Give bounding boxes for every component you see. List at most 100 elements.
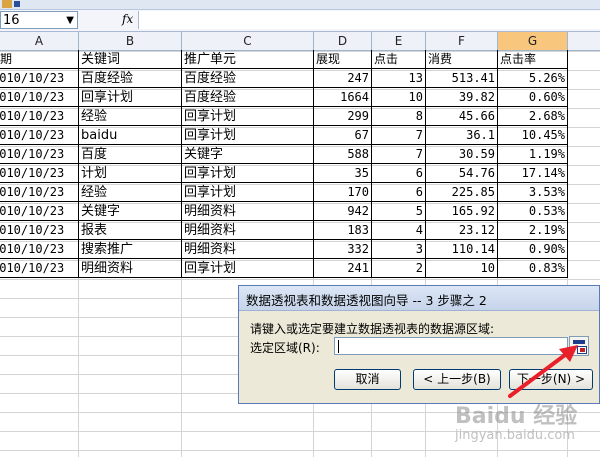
table-cell[interactable]: 10: [426, 259, 498, 278]
table-cell[interactable]: 1.19%: [498, 145, 568, 164]
table-cell[interactable]: 5.26%: [498, 69, 568, 88]
table-cell[interactable]: 经验: [79, 183, 182, 202]
table-cell[interactable]: 170: [314, 183, 372, 202]
header-cell[interactable]: 推广单元: [182, 50, 314, 69]
table-cell[interactable]: 百度经验: [182, 69, 314, 88]
table-cell[interactable]: 183: [314, 221, 372, 240]
table-cell[interactable]: 搜索推广: [79, 240, 182, 259]
table-cell[interactable]: baidu: [79, 126, 182, 145]
table-cell[interactable]: 2.68%: [498, 107, 568, 126]
table-cell[interactable]: 45.66: [426, 107, 498, 126]
table-cell[interactable]: 7: [372, 145, 426, 164]
table-cell[interactable]: 6: [372, 183, 426, 202]
table-cell[interactable]: 165.92: [426, 202, 498, 221]
table-cell[interactable]: 2010/10/23: [0, 221, 79, 240]
table-cell[interactable]: 10: [372, 88, 426, 107]
table-cell[interactable]: 2010/10/23: [0, 240, 79, 259]
table-cell[interactable]: 2010/10/23: [0, 126, 79, 145]
back-button[interactable]: < 上一步(B): [413, 369, 501, 390]
table-cell[interactable]: 2010/10/23: [0, 259, 79, 278]
table-cell[interactable]: 百度经验: [79, 69, 182, 88]
function-icon[interactable]: fx: [122, 12, 133, 26]
table-cell[interactable]: 计划: [79, 164, 182, 183]
table-cell[interactable]: 2: [372, 259, 426, 278]
column-header-B[interactable]: B: [79, 32, 182, 50]
open-folder-icon[interactable]: [2, 0, 12, 8]
table-cell[interactable]: 回享计划: [182, 164, 314, 183]
table-cell[interactable]: 2010/10/23: [0, 164, 79, 183]
table-cell[interactable]: 2.19%: [498, 221, 568, 240]
table-cell[interactable]: 332: [314, 240, 372, 259]
table-cell[interactable]: 3: [372, 240, 426, 259]
table-cell[interactable]: 54.76: [426, 164, 498, 183]
column-header-D[interactable]: D: [314, 32, 372, 50]
next-button[interactable]: 下一步(N) >: [509, 369, 593, 390]
table-cell[interactable]: 2010/10/23: [0, 145, 79, 164]
table-cell[interactable]: 明细资料: [182, 221, 314, 240]
header-cell[interactable]: 点击率: [498, 50, 568, 69]
table-cell[interactable]: 明细资料: [79, 259, 182, 278]
table-cell[interactable]: 2010/10/23: [0, 183, 79, 202]
table-cell[interactable]: 241: [314, 259, 372, 278]
table-cell[interactable]: 513.41: [426, 69, 498, 88]
header-cell[interactable]: 展现: [314, 50, 372, 69]
table-cell[interactable]: 明细资料: [182, 202, 314, 221]
table-cell[interactable]: 4: [372, 221, 426, 240]
table-cell[interactable]: 0.60%: [498, 88, 568, 107]
table-cell[interactable]: 13: [372, 69, 426, 88]
header-cell[interactable]: 关键词: [79, 50, 182, 69]
header-cell[interactable]: 消费: [426, 50, 498, 69]
table-cell[interactable]: 回享计划: [182, 126, 314, 145]
table-cell[interactable]: 2010/10/23: [0, 69, 79, 88]
table-cell[interactable]: 588: [314, 145, 372, 164]
column-header-F[interactable]: F: [426, 32, 498, 50]
table-cell[interactable]: 0.83%: [498, 259, 568, 278]
header-cell[interactable]: 点击: [372, 50, 426, 69]
table-cell[interactable]: 明细资料: [182, 240, 314, 259]
table-cell[interactable]: 回享计划: [182, 183, 314, 202]
table-cell[interactable]: 0.90%: [498, 240, 568, 259]
table-cell[interactable]: 5: [372, 202, 426, 221]
column-header-A[interactable]: A: [0, 32, 79, 50]
column-header-C[interactable]: C: [182, 32, 314, 50]
header-cell[interactable]: 期: [0, 50, 79, 69]
table-cell[interactable]: 35: [314, 164, 372, 183]
column-header-G[interactable]: G: [498, 32, 568, 50]
table-cell[interactable]: 299: [314, 107, 372, 126]
table-cell[interactable]: 3.53%: [498, 183, 568, 202]
table-cell[interactable]: 67: [314, 126, 372, 145]
chevron-down-icon[interactable]: ▼: [66, 15, 74, 26]
table-cell[interactable]: 942: [314, 202, 372, 221]
table-cell[interactable]: 百度: [79, 145, 182, 164]
table-cell[interactable]: 23.12: [426, 221, 498, 240]
table-cell[interactable]: 百度经验: [182, 88, 314, 107]
table-cell[interactable]: 2010/10/23: [0, 202, 79, 221]
table-cell[interactable]: 2010/10/23: [0, 88, 79, 107]
toolbar-options-icon[interactable]: [14, 1, 20, 7]
cancel-button[interactable]: 取消: [334, 369, 401, 390]
table-cell[interactable]: 17.14%: [498, 164, 568, 183]
table-cell[interactable]: 225.85: [426, 183, 498, 202]
table-cell[interactable]: 10.45%: [498, 126, 568, 145]
table-cell[interactable]: 2010/10/23: [0, 107, 79, 126]
table-cell[interactable]: 6: [372, 164, 426, 183]
table-cell[interactable]: 经验: [79, 107, 182, 126]
table-cell[interactable]: 247: [314, 69, 372, 88]
table-cell[interactable]: 8: [372, 107, 426, 126]
table-cell[interactable]: 30.59: [426, 145, 498, 164]
table-cell[interactable]: 36.1: [426, 126, 498, 145]
dialog-title-bar[interactable]: 数据透视表和数据透视图向导 -- 3 步骤之 2: [239, 286, 599, 311]
table-cell[interactable]: 回享计划: [79, 88, 182, 107]
name-box[interactable]: 16 ▼: [0, 11, 78, 29]
collapse-dialog-button[interactable]: [569, 336, 589, 356]
formula-input[interactable]: [138, 11, 600, 29]
table-cell[interactable]: 1664: [314, 88, 372, 107]
table-cell[interactable]: 报表: [79, 221, 182, 240]
table-cell[interactable]: 0.53%: [498, 202, 568, 221]
table-cell[interactable]: 关键字: [79, 202, 182, 221]
table-cell[interactable]: 39.82: [426, 88, 498, 107]
table-cell[interactable]: 关键字: [182, 145, 314, 164]
table-cell[interactable]: 110.14: [426, 240, 498, 259]
table-cell[interactable]: 7: [372, 126, 426, 145]
column-header-E[interactable]: E: [372, 32, 426, 50]
